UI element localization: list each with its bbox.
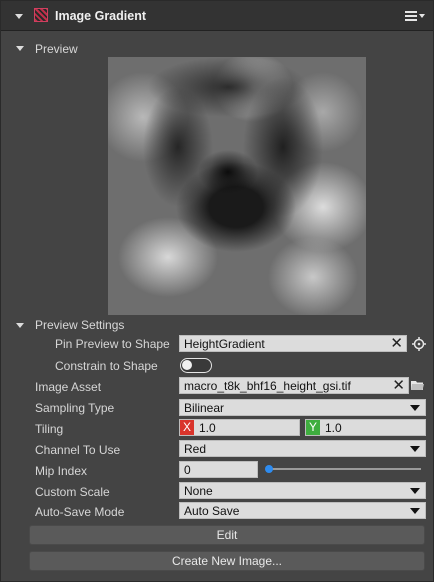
custom-scale-label: Custom Scale: [35, 485, 110, 499]
image-gradient-icon: [34, 8, 48, 22]
gradient-preview-image: [108, 57, 366, 315]
auto-save-mode-label: Auto-Save Mode: [35, 505, 125, 519]
mip-index-slider-track[interactable]: [269, 468, 421, 470]
folder-icon[interactable]: [411, 380, 424, 390]
preview-settings-collapse-icon[interactable]: [16, 323, 24, 328]
image-asset-field[interactable]: macro_t8k_bhf16_height_gsi.tif ✕: [179, 377, 409, 394]
image-gradient-panel: Image Gradient Preview Preview Settings …: [0, 0, 434, 582]
preview-settings-label[interactable]: Preview Settings: [35, 318, 124, 332]
create-new-image-button[interactable]: Create New Image...: [29, 551, 425, 571]
sampling-type-label: Sampling Type: [35, 401, 115, 415]
x-axis-tag: X: [180, 420, 194, 435]
constrain-toggle[interactable]: [180, 358, 212, 373]
preview-collapse-icon[interactable]: [16, 46, 24, 51]
hamburger-menu-icon[interactable]: [405, 8, 427, 24]
mip-index-label: Mip Index: [35, 464, 88, 478]
constrain-to-shape-label: Constrain to Shape: [55, 359, 158, 373]
clear-icon[interactable]: ✕: [390, 336, 403, 351]
collapse-triangle-icon[interactable]: [15, 14, 23, 19]
auto-save-dropdown[interactable]: Auto Save: [179, 502, 426, 519]
tiling-label: Tiling: [35, 422, 64, 436]
tiling-y-field[interactable]: Y 1.0: [305, 419, 426, 436]
chevron-down-icon: [410, 405, 420, 411]
component-title: Image Gradient: [55, 9, 146, 23]
target-picker-icon[interactable]: [412, 337, 426, 351]
mip-index-slider-handle[interactable]: [265, 465, 273, 473]
preview-section-label[interactable]: Preview: [35, 42, 78, 56]
chevron-down-icon: [410, 446, 420, 452]
image-asset-label: Image Asset: [35, 380, 102, 394]
sampling-type-dropdown[interactable]: Bilinear: [179, 399, 426, 416]
pin-preview-label: Pin Preview to Shape: [55, 337, 170, 351]
clear-icon[interactable]: ✕: [392, 378, 405, 393]
tiling-x-field[interactable]: X 1.0: [179, 419, 300, 436]
pin-preview-field[interactable]: HeightGradient ✕: [179, 335, 407, 352]
channel-dropdown[interactable]: Red: [179, 440, 426, 457]
mip-index-field[interactable]: 0: [179, 461, 258, 478]
custom-scale-dropdown[interactable]: None: [179, 482, 426, 499]
chevron-down-icon: [410, 488, 420, 494]
y-axis-tag: Y: [306, 420, 320, 435]
component-header[interactable]: Image Gradient: [1, 1, 433, 31]
edit-button[interactable]: Edit: [29, 525, 425, 545]
chevron-down-icon: [410, 508, 420, 514]
channel-to-use-label: Channel To Use: [35, 443, 121, 457]
